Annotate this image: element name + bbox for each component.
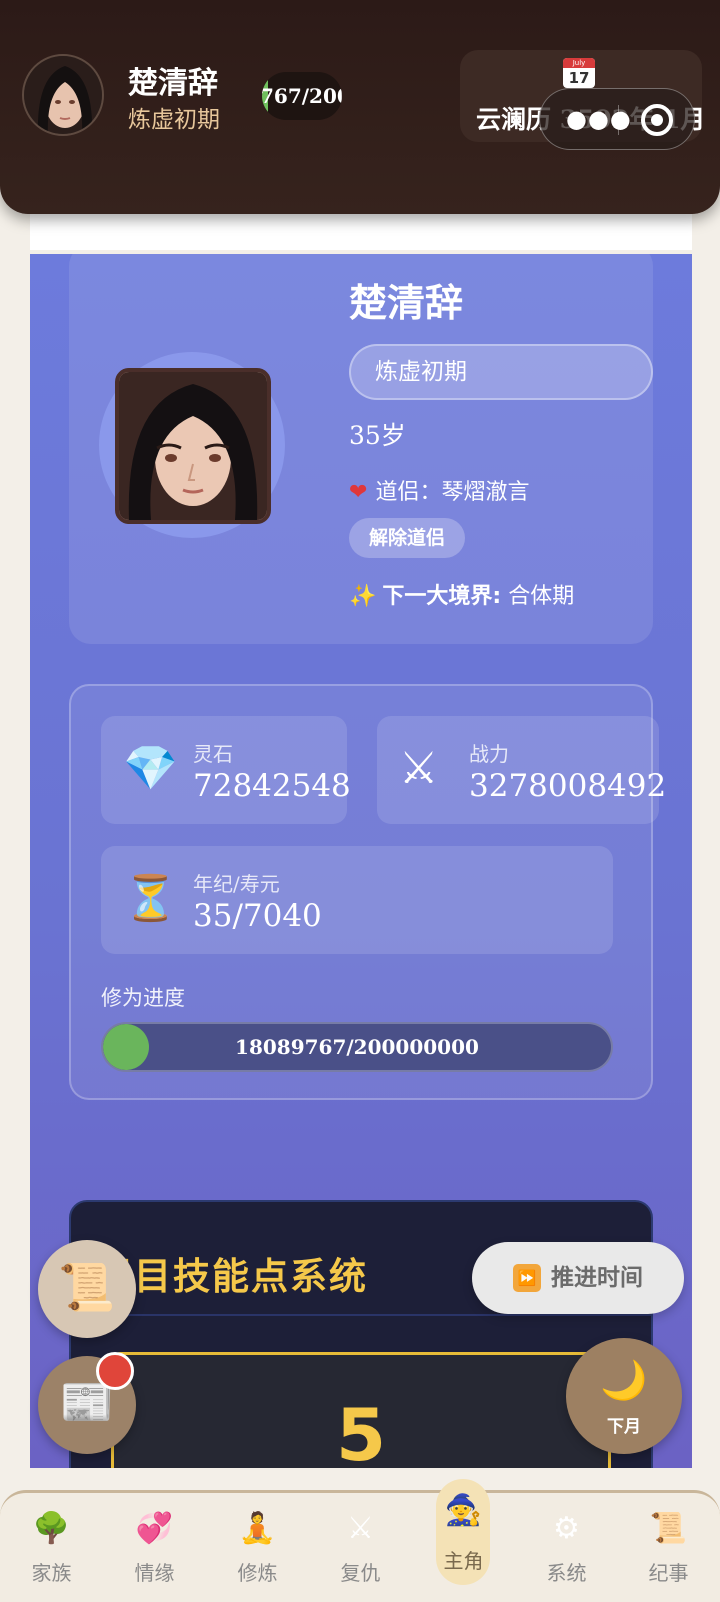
skill-points-value: 5 bbox=[335, 1393, 387, 1468]
avatar-portrait bbox=[119, 372, 267, 520]
nav-item-family[interactable]: 🌳 家族 bbox=[0, 1493, 103, 1602]
swords-icon: ⚔ bbox=[347, 1511, 374, 1546]
nav-label: 系统 bbox=[546, 1561, 587, 1585]
nav-label: 主角 bbox=[443, 1549, 484, 1573]
stat-spirit-stone: 💎 灵石 72842548 bbox=[101, 716, 351, 824]
calendar-icon: July 17 bbox=[563, 58, 595, 88]
realm-badge: 炼虚初期 bbox=[349, 344, 653, 400]
cultivation-progress-bar: 18089767/200000000 bbox=[101, 1022, 613, 1072]
profile-partner: ❤ 道侣：琴熠澈言 bbox=[349, 474, 529, 506]
stat-value: 72842548 bbox=[193, 768, 351, 804]
next-month-label: 下月 bbox=[607, 1417, 641, 1437]
scroll-button[interactable]: 📜 bbox=[38, 1240, 136, 1338]
calendar-icon-day: 17 bbox=[568, 69, 590, 87]
news-button[interactable]: 📰 bbox=[38, 1352, 136, 1454]
next-month-button[interactable]: 🌙 下月 bbox=[566, 1338, 682, 1454]
next-realm-label: 下一大境界: bbox=[382, 584, 502, 609]
advance-time-button[interactable]: ⏩ 推进时间 bbox=[472, 1242, 684, 1314]
fast-forward-icon: ⏩ bbox=[513, 1264, 541, 1292]
diamond-icon: 💎 bbox=[123, 743, 178, 794]
profile-age: 35岁 bbox=[349, 421, 406, 450]
profile-card: 楚清辞 炼虚初期 35岁 ❤ 道侣：琴熠澈言 解除道侣 ✨ 下一大境界: 合体期 bbox=[69, 254, 653, 644]
moon-icon: 🌙 bbox=[600, 1358, 648, 1402]
meditation-icon: 🧘 bbox=[238, 1511, 277, 1546]
dissolve-partner-button[interactable]: 解除道侣 bbox=[349, 518, 466, 558]
scroll-icon: 📜 bbox=[649, 1511, 688, 1546]
stat-combat-power: ⚔ 战力 3278008492 bbox=[377, 716, 666, 824]
hourglass-icon: ⏳ bbox=[123, 873, 178, 924]
hearts-icon: 💞 bbox=[135, 1511, 174, 1546]
stat-value: 3278008492 bbox=[469, 768, 667, 804]
capsule-divider bbox=[618, 105, 619, 135]
nav-item-cultivate[interactable]: 🧘 修炼 bbox=[206, 1493, 309, 1602]
stat-label: 战力 bbox=[469, 742, 509, 766]
header-xp-bar: 767/2000 bbox=[262, 72, 342, 120]
more-icon[interactable]: ●●● bbox=[566, 105, 632, 133]
stats-card: 💎 灵石 72842548 ⚔ 战力 3278008492 ⏳ 年纪/寿元 35… bbox=[69, 684, 666, 1100]
avatar[interactable] bbox=[115, 368, 271, 524]
next-realm-value: 合体期 bbox=[508, 584, 575, 609]
calendar-icon-month: July bbox=[563, 58, 595, 68]
advance-time-label: 推进时间 bbox=[551, 1265, 643, 1291]
mage-icon: 🧙 bbox=[444, 1493, 483, 1528]
header-xp-text: 767/2000 bbox=[262, 84, 342, 108]
header-realm: 炼虚初期 bbox=[128, 107, 220, 133]
progress-label: 修为进度 bbox=[101, 986, 185, 1010]
header-avatar[interactable] bbox=[22, 54, 104, 136]
nav-label: 家族 bbox=[31, 1561, 72, 1585]
nav-label: 情缘 bbox=[134, 1561, 175, 1585]
stat-lifespan: ⏳ 年纪/寿元 35/7040 bbox=[101, 846, 613, 954]
nav-label: 复仇 bbox=[340, 1561, 381, 1585]
scroll-icon: 📜 bbox=[58, 1260, 116, 1314]
sparkles-icon: ✨ bbox=[349, 584, 377, 609]
profile-name: 楚清辞 bbox=[349, 280, 464, 325]
notification-dot bbox=[96, 1352, 134, 1390]
nav-item-system[interactable]: ⚙ 系统 bbox=[515, 1493, 618, 1602]
partner-text: 道侣：琴熠澈言 bbox=[375, 480, 530, 505]
heart-icon: ❤ bbox=[349, 480, 368, 505]
close-target-icon[interactable] bbox=[641, 104, 673, 136]
bottom-nav: 🌳 家族 💞 情缘 🧘 修炼 ⚔ 复仇 🧙 主角 ⚙ 系统 📜 纪事 bbox=[0, 1479, 720, 1602]
next-realm: ✨ 下一大境界: 合体期 bbox=[349, 578, 574, 610]
tree-icon: 🌳 bbox=[32, 1511, 71, 1546]
crossed-swords-icon: ⚔ bbox=[399, 743, 439, 794]
top-header: 楚清辞 炼虚初期 767/2000 July 17 云澜历 3592年 1月 ●… bbox=[0, 0, 720, 214]
nav-item-revenge[interactable]: ⚔ 复仇 bbox=[309, 1493, 412, 1602]
nav-label: 修炼 bbox=[237, 1561, 278, 1585]
nav-item-protagonist[interactable]: 🧙 主角 bbox=[412, 1479, 515, 1602]
miniprogram-capsule: ●●● bbox=[539, 88, 695, 150]
nav-item-romance[interactable]: 💞 情缘 bbox=[103, 1493, 206, 1602]
cultivation-progress-text: 18089767/200000000 bbox=[235, 1035, 479, 1059]
skill-points-box: 5 bbox=[111, 1352, 611, 1468]
nav-label: 纪事 bbox=[648, 1561, 689, 1585]
gear-icon: ⚙ bbox=[553, 1511, 580, 1546]
stat-value: 35/7040 bbox=[193, 898, 322, 934]
skill-divider bbox=[71, 1314, 651, 1316]
stat-label: 年纪/寿元 bbox=[193, 872, 280, 896]
nav-item-chronicle[interactable]: 📜 纪事 bbox=[617, 1493, 720, 1602]
header-name: 楚清辞 bbox=[128, 66, 218, 101]
stat-label: 灵石 bbox=[193, 742, 233, 766]
header-avatar-portrait bbox=[24, 56, 102, 134]
